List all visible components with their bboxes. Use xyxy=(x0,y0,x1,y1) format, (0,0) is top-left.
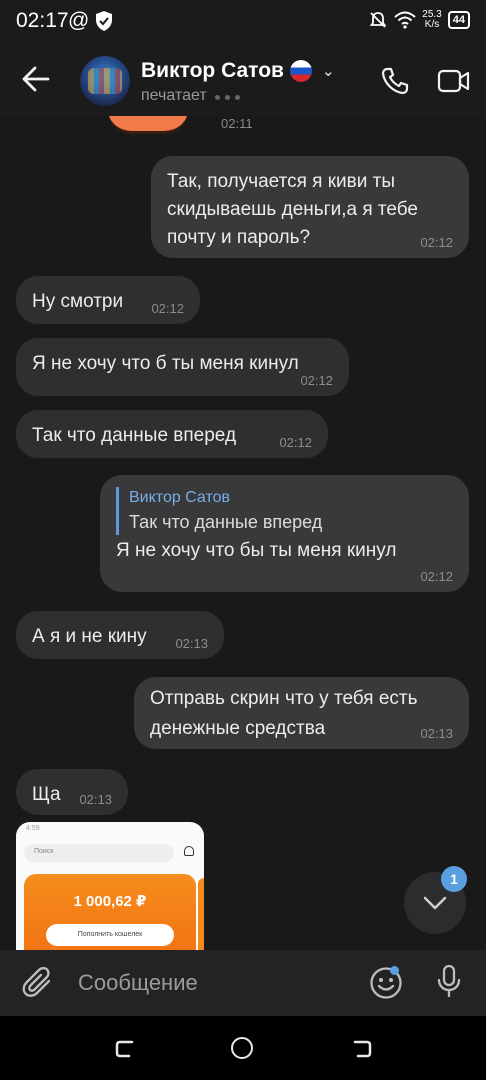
paperclip-icon[interactable] xyxy=(22,966,56,1000)
bell-icon xyxy=(184,846,194,856)
message-time: 02:12 xyxy=(420,569,453,584)
emoji-notification-dot xyxy=(390,966,399,975)
topup-button: Пополнить кошелек xyxy=(46,924,174,946)
message-time: 02:12 xyxy=(300,373,333,388)
status-bar: 02:17 @ 25.3 K/s 44 xyxy=(0,0,486,44)
message-bubble-out-reply[interactable]: Виктор Сатов Так что данные вперед Я не … xyxy=(100,475,469,592)
russia-flag-icon xyxy=(289,60,312,82)
mini-status-time: 4:59 xyxy=(26,825,40,832)
message-bubble-in[interactable]: Так что данные вперед 02:12 xyxy=(16,410,328,458)
message-text: Ну смотри xyxy=(32,291,124,312)
message-time: 02:13 xyxy=(79,792,112,807)
chat-title-block[interactable]: Виктор Сатов ⌄ печатает xyxy=(141,59,335,105)
microphone-icon[interactable] xyxy=(436,964,462,1000)
chat-header: Виктор Сатов ⌄ печатает xyxy=(0,44,486,116)
contact-name: Виктор Сатов xyxy=(141,59,284,82)
chevron-down-icon xyxy=(423,896,447,910)
sticker-time: 02:11 xyxy=(221,116,253,131)
battery-indicator: 44 xyxy=(447,11,470,29)
recent-apps-icon[interactable] xyxy=(114,1038,136,1060)
message-time: 02:12 xyxy=(279,435,312,450)
message-text: Так что данные вперед xyxy=(32,425,237,446)
wallet-balance: 1 000,62 ₽ xyxy=(73,893,147,910)
composer-bar xyxy=(0,950,486,1016)
next-card-edge xyxy=(198,878,204,950)
shield-icon xyxy=(96,11,112,31)
message-text: Я не хочу что бы ты меня кинул xyxy=(116,540,397,561)
message-time: 02:13 xyxy=(420,726,453,741)
at-icon: @ xyxy=(68,9,90,32)
phone-icon[interactable] xyxy=(380,66,410,96)
video-call-icon[interactable] xyxy=(437,68,471,94)
network-speed: 25.3 K/s xyxy=(422,9,442,30)
status-time: 02:17 xyxy=(16,9,69,32)
system-back-icon[interactable] xyxy=(351,1038,373,1060)
avatar[interactable] xyxy=(80,56,130,106)
chevron-down-icon: ⌄ xyxy=(321,63,335,80)
message-text: А я и не кину xyxy=(32,626,147,647)
message-bubble-out[interactable]: Отправь скрин что у тебя есть денежные с… xyxy=(134,677,469,749)
unread-badge: 1 xyxy=(441,866,467,892)
message-bubble-in[interactable]: Ща 02:13 xyxy=(16,769,128,815)
message-time: 02:12 xyxy=(420,235,453,250)
reply-quote[interactable]: Виктор Сатов Так что данные вперед xyxy=(116,487,453,535)
system-navigation-bar xyxy=(0,1016,486,1080)
message-bubble-out[interactable]: Так, получается я киви ты скидываешь ден… xyxy=(151,156,469,258)
typing-dots-icon xyxy=(214,87,245,105)
message-input[interactable] xyxy=(78,967,348,999)
message-text: Ща xyxy=(32,784,61,805)
message-text: Отправь скрин что у тебя есть денежные с… xyxy=(150,688,418,739)
message-text: Так, получается я киви ты скидываешь ден… xyxy=(167,171,418,248)
message-bubble-in[interactable]: Я не хочу что б ты меня кинул 02:12 xyxy=(16,338,349,396)
message-time: 02:12 xyxy=(151,301,184,316)
sticker-image[interactable] xyxy=(108,116,188,134)
typing-status: печатает xyxy=(141,87,207,104)
message-bubble-in[interactable]: А я и не кину 02:13 xyxy=(16,611,224,659)
home-button-icon[interactable] xyxy=(231,1037,253,1059)
wifi-icon xyxy=(394,11,416,29)
wallet-card: 1 000,62 ₽ Пополнить кошелек xyxy=(24,874,196,950)
message-list[interactable]: 02:11 Так, получается я киви ты скидывае… xyxy=(0,116,486,950)
back-arrow-icon[interactable] xyxy=(22,66,50,92)
screenshot-image-message[interactable]: 4:59 Поиск 1 000,62 ₽ Пополнить кошелек xyxy=(16,822,204,950)
reply-text: Так что данные вперед xyxy=(129,512,323,532)
message-time: 02:13 xyxy=(175,636,208,651)
message-bubble-in[interactable]: Ну смотри 02:12 xyxy=(16,276,200,324)
message-text: Я не хочу что б ты меня кинул xyxy=(32,353,299,374)
muted-bell-icon xyxy=(369,12,387,28)
reply-author: Виктор Сатов xyxy=(129,489,231,506)
mini-search-bar: Поиск xyxy=(24,844,174,862)
